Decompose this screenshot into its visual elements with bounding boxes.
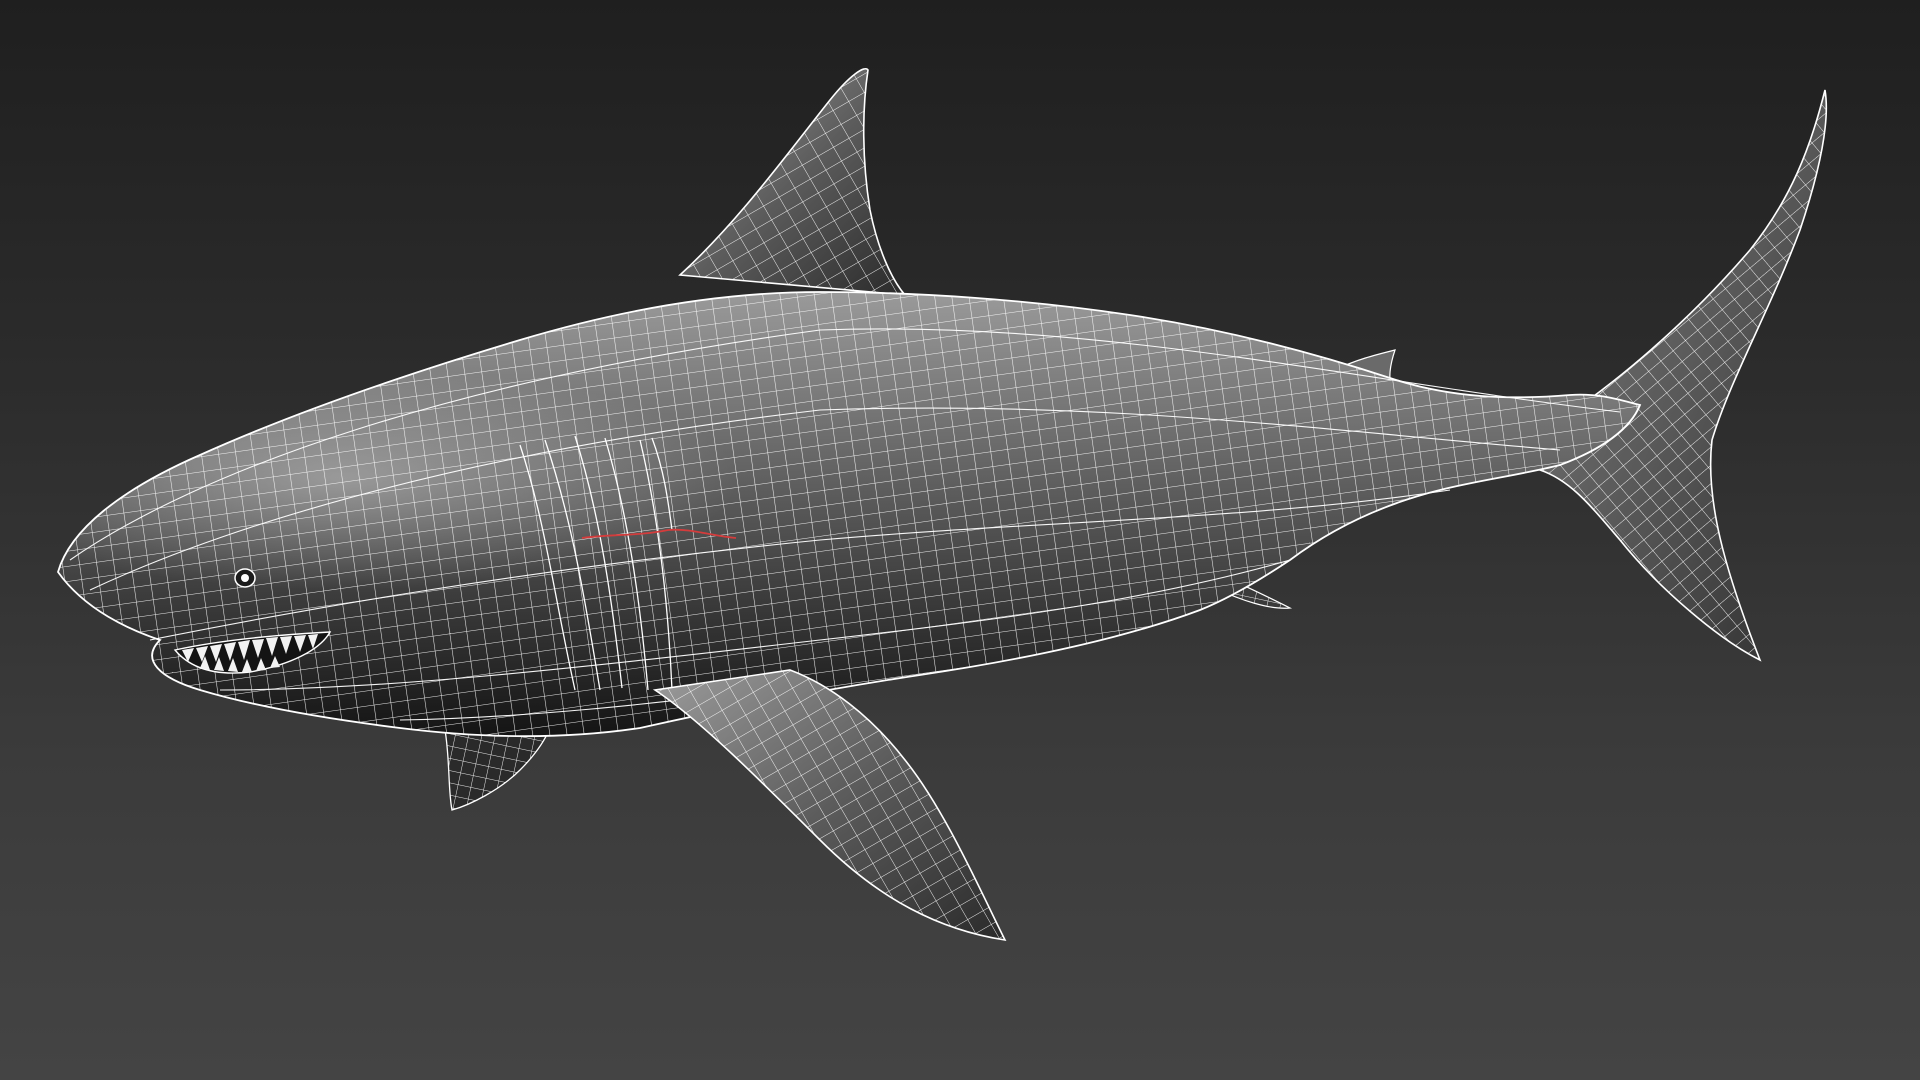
shark-wireframe-model[interactable] (0, 0, 1920, 1080)
far-pectoral-fin (444, 727, 551, 811)
caudal-fin (1538, 89, 1828, 662)
pectoral-fin (652, 669, 1007, 942)
shark-body (57, 291, 1642, 738)
3d-viewport[interactable] (0, 0, 1920, 1080)
dorsal-fin (678, 68, 907, 296)
eye (234, 568, 256, 588)
